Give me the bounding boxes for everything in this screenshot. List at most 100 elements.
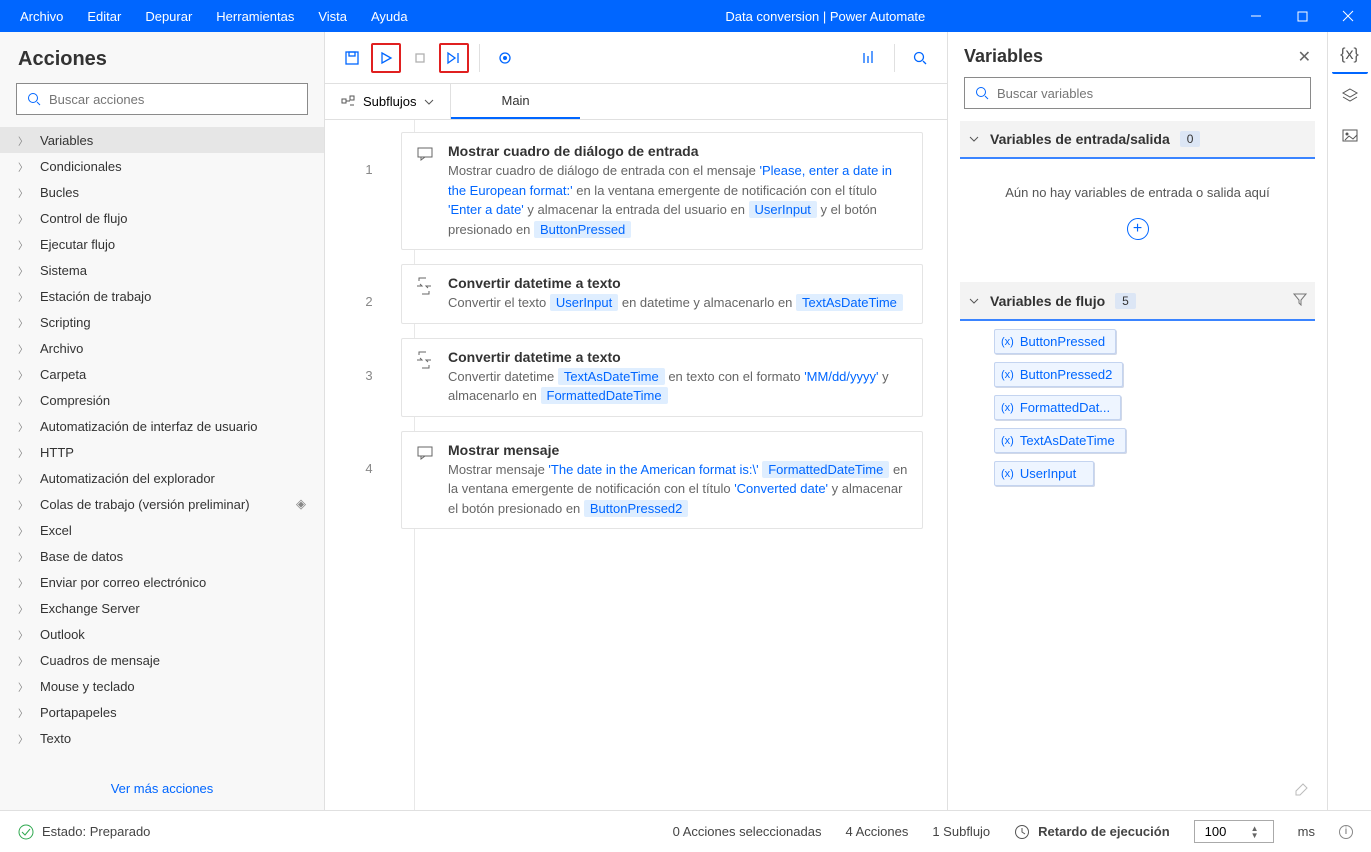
message-icon: [416, 143, 434, 239]
action-category[interactable]: 〉Carpeta: [0, 361, 324, 387]
action-category[interactable]: 〉Exchange Server: [0, 595, 324, 621]
flow-variables-toggle[interactable]: Variables de flujo 5: [960, 282, 1315, 321]
see-more-actions-link[interactable]: Ver más acciones: [111, 781, 214, 796]
action-label: Archivo: [40, 341, 83, 356]
action-category[interactable]: 〉Automatización del explorador: [0, 465, 324, 491]
action-category[interactable]: 〉Base de datos: [0, 543, 324, 569]
flow-step-card[interactable]: Mostrar cuadro de diálogo de entradaMost…: [401, 132, 923, 250]
chevron-down-icon: [424, 97, 434, 107]
status-bar: Estado: Preparado 0 Acciones seleccionad…: [0, 810, 1371, 852]
close-variables-button[interactable]: ✕: [1298, 47, 1311, 67]
delay-input-box[interactable]: ▲▼: [1194, 820, 1274, 843]
designer-toolbar: [325, 32, 947, 84]
menu-editar[interactable]: Editar: [77, 3, 131, 30]
convert-icon: [416, 349, 434, 406]
rail-layers-icon[interactable]: [1332, 78, 1368, 114]
step-number: 4: [349, 431, 389, 530]
action-category[interactable]: 〉Archivo: [0, 335, 324, 361]
chevron-right-icon: 〉: [18, 315, 28, 330]
status-actions: 4 Acciones: [845, 824, 908, 839]
action-label: Bucles: [40, 185, 79, 200]
flow-step-card[interactable]: Convertir datetime a textoConvertir date…: [401, 338, 923, 417]
chevron-right-icon: 〉: [18, 211, 28, 226]
action-category[interactable]: 〉 Enviar por correo electrónico: [0, 569, 324, 595]
rail-variables-icon[interactable]: {x}: [1332, 38, 1368, 74]
close-button[interactable]: [1325, 0, 1371, 32]
step-number: 3: [349, 338, 389, 417]
action-label: Enviar por correo electrónico: [40, 575, 206, 590]
action-category[interactable]: 〉Control de flujo: [0, 205, 324, 231]
action-category[interactable]: 〉Colas de trabajo (versión preliminar)◈: [0, 491, 324, 517]
menu-vista[interactable]: Vista: [308, 3, 357, 30]
clock-icon: [1014, 824, 1030, 840]
action-category[interactable]: 〉Cuadros de mensaje: [0, 647, 324, 673]
action-category[interactable]: 〉Ejecutar flujo: [0, 231, 324, 257]
menu-archivo[interactable]: Archivo: [10, 3, 73, 30]
flow-step-card[interactable]: Convertir datetime a textoConvertir el t…: [401, 264, 923, 324]
variables-search-input[interactable]: [997, 86, 1300, 101]
step-button[interactable]: [439, 43, 469, 73]
step-number: 2: [349, 264, 389, 324]
delay-down[interactable]: ▼: [1251, 832, 1259, 839]
menu-ayuda[interactable]: Ayuda: [361, 3, 418, 30]
action-category[interactable]: 〉HTTP: [0, 439, 324, 465]
action-category[interactable]: 〉Excel: [0, 517, 324, 543]
variable-icon: (x): [1001, 402, 1014, 414]
action-category[interactable]: 〉Variables: [0, 127, 324, 153]
variable-chip[interactable]: (x)ButtonPressed: [994, 329, 1116, 354]
chevron-right-icon: 〉: [18, 393, 28, 408]
actions-search[interactable]: [16, 83, 308, 115]
action-category[interactable]: 〉Outlook: [0, 621, 324, 647]
chevron-right-icon: 〉: [18, 289, 28, 304]
action-category[interactable]: 〉Automatización de interfaz de usuario: [0, 413, 324, 439]
chevron-right-icon: 〉: [18, 549, 28, 564]
search-icon: [975, 86, 989, 100]
action-category[interactable]: 〉Compresión: [0, 387, 324, 413]
chart-icon[interactable]: [854, 43, 884, 73]
stop-button[interactable]: [405, 43, 435, 73]
action-category[interactable]: 〉Estación de trabajo: [0, 283, 324, 309]
subflows-label: Subflujos: [363, 94, 416, 109]
variable-chip[interactable]: (x)FormattedDat...: [994, 395, 1121, 420]
chevron-right-icon: 〉: [18, 523, 28, 538]
action-category[interactable]: 〉Sistema: [0, 257, 324, 283]
minimize-button[interactable]: [1233, 0, 1279, 32]
action-label: Automatización del explorador: [40, 471, 215, 486]
subflows-dropdown[interactable]: Subflujos: [325, 84, 451, 119]
tab-main[interactable]: Main: [451, 84, 579, 119]
variable-token: UserInput: [749, 201, 817, 218]
variables-search[interactable]: [964, 77, 1311, 109]
rail-image-icon[interactable]: [1332, 118, 1368, 154]
run-button[interactable]: [371, 43, 401, 73]
info-icon[interactable]: i: [1339, 825, 1353, 839]
eraser-icon[interactable]: [948, 771, 1327, 810]
maximize-button[interactable]: [1279, 0, 1325, 32]
add-io-variable-button[interactable]: +: [1127, 218, 1149, 240]
action-category[interactable]: 〉Mouse y teclado: [0, 673, 324, 699]
record-button[interactable]: [490, 43, 520, 73]
filter-icon[interactable]: [1293, 292, 1307, 309]
action-category[interactable]: 〉Bucles: [0, 179, 324, 205]
variable-chip[interactable]: (x)TextAsDateTime: [994, 428, 1126, 453]
variable-chip[interactable]: (x)UserInput: [994, 461, 1094, 486]
delay-input[interactable]: [1205, 824, 1251, 839]
menu-depurar[interactable]: Depurar: [135, 3, 202, 30]
action-label: Portapapeles: [40, 705, 117, 720]
action-category[interactable]: 〉Condicionales: [0, 153, 324, 179]
io-variables-toggle[interactable]: Variables de entrada/salida 0: [960, 121, 1315, 159]
action-category[interactable]: 〉Scripting: [0, 309, 324, 335]
flow-step-card[interactable]: Mostrar mensajeMostrar mensaje 'The date…: [401, 431, 923, 530]
action-category[interactable]: 〉Texto: [0, 725, 324, 751]
search-flow-button[interactable]: [905, 43, 935, 73]
main-menu: ArchivoEditarDepurarHerramientasVistaAyu…: [0, 3, 418, 30]
chevron-right-icon: 〉: [18, 601, 28, 616]
variable-chip[interactable]: (x)ButtonPressed2: [994, 362, 1123, 387]
save-button[interactable]: [337, 43, 367, 73]
variables-header: Variables: [964, 46, 1043, 67]
designer-area: Subflujos Main 1Mostrar cuadro de diálog…: [325, 32, 947, 810]
menu-herramientas[interactable]: Herramientas: [206, 3, 304, 30]
action-category[interactable]: 〉Portapapeles: [0, 699, 324, 725]
chevron-right-icon: 〉: [18, 575, 28, 590]
diamond-icon: ◈: [296, 496, 306, 512]
actions-search-input[interactable]: [49, 92, 297, 107]
